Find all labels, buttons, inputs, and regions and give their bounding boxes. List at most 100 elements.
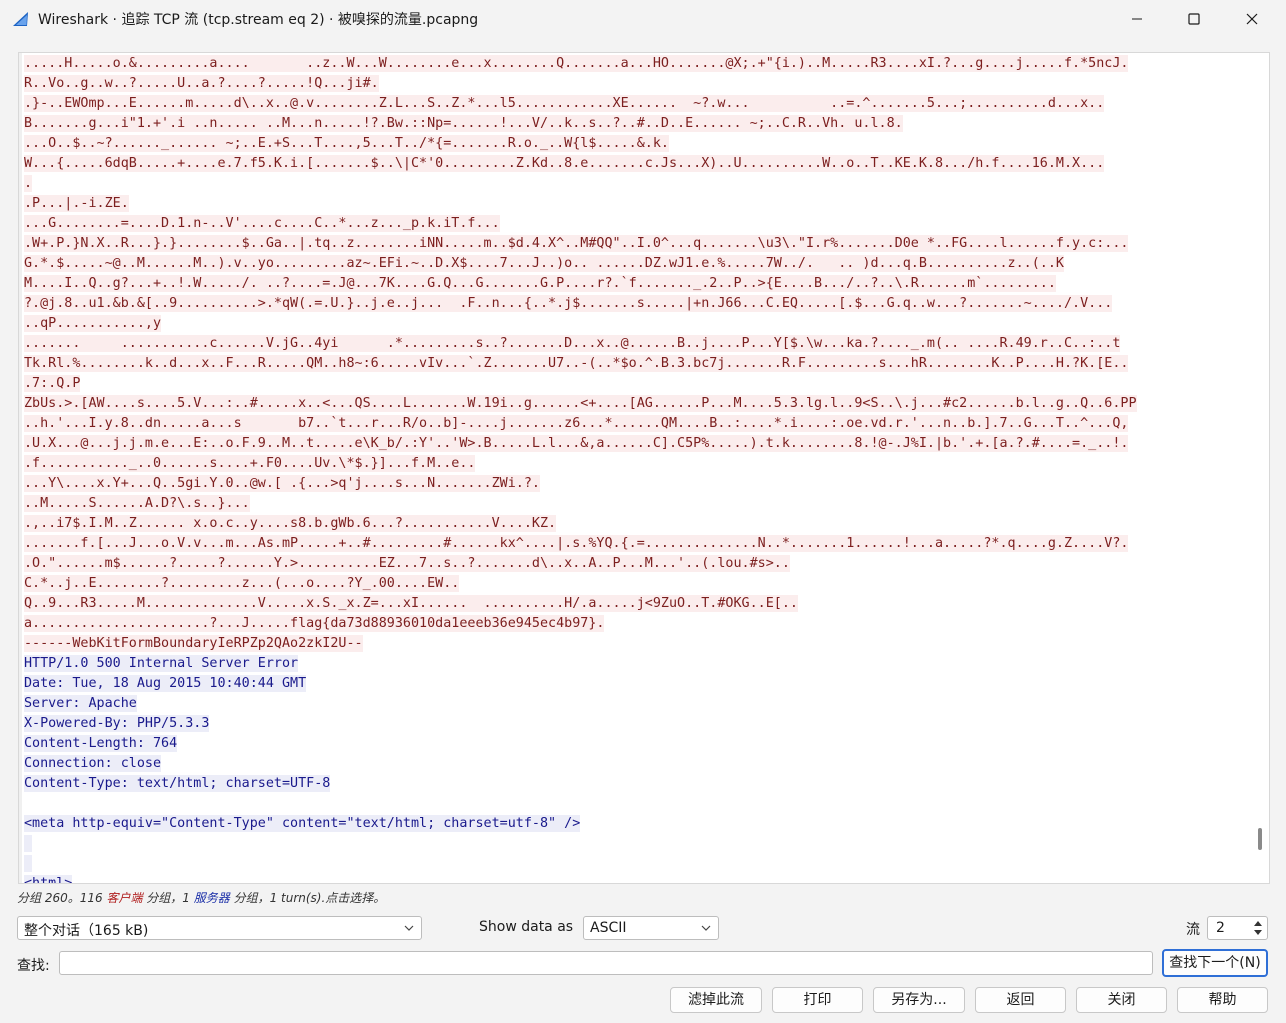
status-suffix: 分组，1 turn(s).点击选择。	[229, 891, 386, 905]
server-data-line: Connection: close	[24, 754, 1137, 774]
line-text: M....I..Q..g?...+..!.W...../. ..?....=.J…	[24, 275, 1056, 292]
line-text: ?.@j.8..u1.&b.&[..9..........>.*qW(.=.U.…	[24, 295, 1113, 312]
status-server-word: 服务器	[193, 891, 230, 905]
line-text: C.*..j..E........?.........z...(...o....…	[24, 575, 460, 592]
line-text: .......f.[...J...o.V.v...m...As.mP.....+…	[24, 535, 1129, 552]
stream-status-line: 分组 260。116 客户端 分组，1 服务器 分组，1 turn(s).点击选…	[17, 889, 385, 906]
client-data-line: .}-..EWOmp...E......m.....d\..x..@.v....…	[24, 94, 1137, 114]
client-data-line: ...O..$..~?......_...... ~;..E.+S...T...…	[24, 134, 1137, 154]
line-text: B.......g...i"1.+'.i ..n..... ..M...n...…	[24, 115, 903, 132]
line-text: Connection: close	[24, 755, 162, 772]
title-bar: Wireshark · 追踪 TCP 流 (tcp.stream eq 2) ·…	[0, 0, 1286, 38]
line-text: .P...|.-i.ZE.	[24, 195, 129, 212]
print-button[interactable]: 打印	[772, 987, 863, 1013]
line-text: .W+.P.}N.X..R...}.}........$..Ga..|.tq..…	[24, 235, 1129, 252]
client-data-line: ...G........=....D.1.n-..V'....c....C..*…	[24, 214, 1137, 234]
show-data-label: Show data as	[479, 919, 574, 935]
close-icon	[1246, 13, 1258, 25]
client-data-line: ------WebKitFormBoundaryIeRPZp2QAo2zkI2U…	[24, 634, 1137, 654]
close-window-button[interactable]	[1223, 0, 1281, 38]
spin-down-icon[interactable]	[1252, 928, 1264, 937]
client-data-line: G.*.$.....~@..M......M..).v..yo.........…	[24, 254, 1137, 274]
line-text: ..h.'...I.y.8..dn.....a...s b7..`t...r..…	[24, 415, 1129, 432]
find-label: 查找:	[17, 958, 50, 974]
client-data-line: .7:.Q.P	[24, 374, 1137, 394]
client-data-line: ?.@j.8..u1.&b.&[..9..........>.*qW(.=.U.…	[24, 294, 1137, 314]
line-text: Content-Length: 764	[24, 735, 178, 752]
maximize-button[interactable]	[1165, 0, 1223, 38]
client-data-line: ..M.....S......A.D?\.s..}...	[24, 494, 1137, 514]
client-data-line: .f..........._..0......s....+.F0....Uv.\…	[24, 454, 1137, 474]
show-data-select[interactable]: ASCII	[583, 916, 719, 940]
line-text: Date: Tue, 18 Aug 2015 10:40:44 GMT	[24, 675, 307, 692]
filter-out-stream-button[interactable]: 滤掉此流	[670, 987, 762, 1013]
line-text: a......................?...J.....flag{da…	[24, 615, 605, 632]
client-data-line: R..Vo..g..w..?.....U..a.?....?.....!Q...…	[24, 74, 1137, 94]
vertical-scrollbar-thumb[interactable]	[1258, 828, 1262, 850]
line-text: ...Y\....x.Y+...Q..5gi.Y.0..@w.[ .{...>q…	[24, 475, 540, 492]
line-text: ..M.....S......A.D?\.s..}...	[24, 495, 250, 512]
minimize-icon	[1132, 18, 1142, 20]
line-text: ------WebKitFormBoundaryIeRPZp2QAo2zkI2U…	[24, 635, 363, 652]
conversation-select[interactable]: 整个对话（165 kB)	[17, 916, 422, 940]
status-prefix: 分组 260。116	[17, 891, 107, 905]
spin-up-icon[interactable]	[1252, 919, 1264, 928]
line-text: Tk.Rl.%........k..d...x..F...R.....QM..h…	[24, 355, 1129, 372]
client-data-line: .U.X...@...j.j.m.e...E:..o.F.9..M..t....…	[24, 434, 1137, 454]
stream-content-pane[interactable]: .....H.....o.&.........a.... ..z..W...W.…	[18, 52, 1270, 884]
minimize-button[interactable]	[1108, 0, 1166, 38]
find-input[interactable]	[59, 951, 1153, 975]
line-text: .....H.....o.&.........a.... ..z..W...W.…	[24, 55, 1129, 72]
client-data-line: Q..9...R3.....M..............V.....x.S._…	[24, 594, 1137, 614]
client-data-line: ..h.'...I.y.8..dn.....a...s b7..`t...r..…	[24, 414, 1137, 434]
server-data-line: Date: Tue, 18 Aug 2015 10:40:44 GMT	[24, 674, 1137, 694]
client-data-line: M....I..Q..g?...+..!.W...../. ..?....=.J…	[24, 274, 1137, 294]
line-text: ....... ...........c......V.jG..4yi .*..…	[24, 335, 1121, 352]
line-text: .,..i7$.I.M..Z...... x.o.c..y....s8.b.gW…	[24, 515, 557, 532]
line-text: Q..9...R3.....M..............V.....x.S._…	[24, 595, 798, 612]
conversation-select-value: 整个对话（165 kB)	[24, 923, 149, 939]
line-text: HTTP/1.0 500 Internal Server Error	[24, 655, 299, 672]
wireshark-fin-icon	[13, 12, 28, 26]
chevron-down-icon	[404, 925, 414, 931]
client-data-line: ....... ...........c......V.jG..4yi .*..…	[24, 334, 1137, 354]
line-text: .U.X...@...j.j.m.e...E:..o.F.9..M..t....…	[24, 435, 1129, 452]
line-text	[24, 855, 33, 872]
line-text: Server: Apache	[24, 695, 137, 712]
pane-left-gutter	[19, 53, 22, 883]
save-as-button[interactable]: 另存为...	[873, 987, 965, 1013]
server-data-line: HTTP/1.0 500 Internal Server Error	[24, 654, 1137, 674]
line-text	[24, 835, 33, 852]
client-data-line: W...{.....6dqB.....+....e.7.f5.K.i.[....…	[24, 154, 1137, 174]
server-data-line: Content-Length: 764	[24, 734, 1137, 754]
status-middle: 分组，1	[142, 891, 194, 905]
client-data-line: .,..i7$.I.M..Z...... x.o.c..y....s8.b.gW…	[24, 514, 1137, 534]
find-next-button[interactable]: 查找下一个(N)	[1162, 949, 1268, 977]
client-data-line: .	[24, 174, 1137, 194]
server-data-line: <html>	[24, 874, 1137, 883]
client-data-line: ..qP...........,y	[24, 314, 1137, 334]
line-text: <meta http-equiv="Content-Type" content=…	[24, 815, 581, 832]
client-data-line: Tk.Rl.%........k..d...x..F...R.....QM..h…	[24, 354, 1137, 374]
client-data-line: .....H.....o.&.........a.... ..z..W...W.…	[24, 54, 1137, 74]
line-text: ..qP...........,y	[24, 315, 162, 332]
server-data-line	[24, 854, 1137, 874]
help-button[interactable]: 帮助	[1177, 987, 1268, 1013]
back-button[interactable]: 返回	[975, 987, 1066, 1013]
stream-lines: .....H.....o.&.........a.... ..z..W...W.…	[24, 54, 1137, 883]
client-data-line: .......f.[...J...o.V.v...m...As.mP.....+…	[24, 534, 1137, 554]
line-text: R..Vo..g..w..?.....U..a.?....?.....!Q...…	[24, 75, 379, 92]
line-text: G.*.$.....~@..M......M..).v..yo.........…	[24, 255, 1064, 272]
client-data-line: C.*..j..E........?.........z...(...o....…	[24, 574, 1137, 594]
chevron-down-icon	[701, 925, 711, 931]
stream-number-spinbox[interactable]: 2	[1207, 916, 1268, 940]
line-text: .f..........._..0......s....+.F0....Uv.\…	[24, 455, 476, 472]
line-text: .}-..EWOmp...E......m.....d\..x..@.v....…	[24, 95, 1105, 112]
line-text: ...G........=....D.1.n-..V'....c....C..*…	[24, 215, 500, 232]
line-text: Content-Type: text/html; charset=UTF-8	[24, 775, 331, 792]
server-data-line: X-Powered-By: PHP/5.3.3	[24, 714, 1137, 734]
status-client-word: 客户端	[106, 891, 143, 905]
client-data-line: a......................?...J.....flag{da…	[24, 614, 1137, 634]
server-data-line: Server: Apache	[24, 694, 1137, 714]
close-button[interactable]: 关闭	[1076, 987, 1167, 1013]
